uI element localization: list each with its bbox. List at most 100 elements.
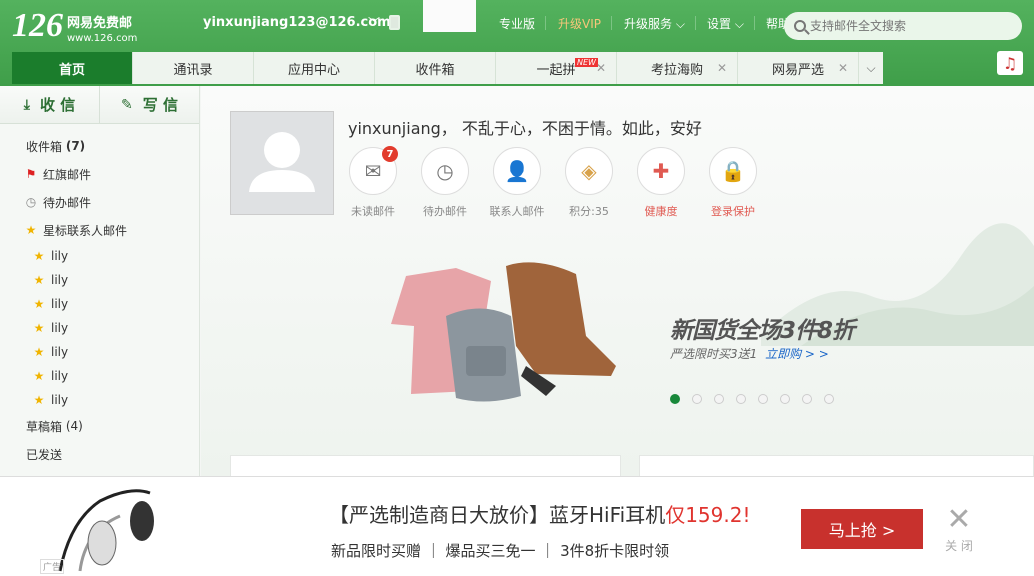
quick-label: 未读邮件 (351, 205, 395, 218)
search-icon[interactable] (794, 20, 806, 32)
starred-contact-item[interactable]: ★ lily (0, 268, 199, 292)
carousel-dot[interactable] (758, 394, 768, 404)
nav-upgrade-vip[interactable]: 升级VIP (558, 15, 601, 32)
chevron-down-icon[interactable]: ﹀ (368, 14, 380, 31)
medical-kit-icon: ✚ (637, 147, 685, 195)
logo[interactable]: 126 网易免费邮 www.126.com (12, 8, 138, 45)
promo-product-image[interactable] (386, 256, 626, 416)
quick-todo-mail[interactable]: ◷ 待办邮件 (415, 147, 475, 219)
carousel-dot[interactable] (670, 394, 680, 404)
clock-icon: ◷ (421, 147, 469, 195)
edit-icon: ✎ (121, 96, 133, 113)
tab-kaola[interactable]: 考拉海购 ✕ (617, 52, 738, 84)
chevron-down-icon: ⌵ (734, 17, 744, 31)
ad-banner[interactable]: 广告 【严选制造商日大放价】蓝牙HiFi耳机仅159.2! 新品限时买赠 ｜ 爆… (0, 476, 1034, 576)
nav-upgrade-service[interactable]: 升级服务 ⌵ (624, 15, 685, 32)
folder-flagged[interactable]: ⚑ 红旗邮件 (0, 160, 199, 188)
avatar[interactable] (230, 111, 334, 215)
quick-login-protect[interactable]: 🔒 登录保护 (703, 147, 763, 219)
info-card-right (639, 455, 1034, 477)
folder-starred-contacts[interactable]: ★ 星标联系人邮件 (0, 216, 199, 244)
tab-group-buy[interactable]: 一起拼 NEW ✕ (496, 52, 617, 84)
tab-contacts[interactable]: 通讯录 (133, 52, 254, 84)
quick-points[interactable]: ◈ 积分:35 (559, 147, 619, 219)
starred-contact-item[interactable]: ★ lily (0, 244, 199, 268)
account-name[interactable]: yinxunjiang123@126.com (203, 15, 391, 30)
phone-icon[interactable] (389, 15, 400, 30)
contact-name: lily (51, 369, 69, 383)
music-icon[interactable]: ♫ (997, 51, 1023, 75)
ad-close-label: 关 闭 (945, 539, 973, 553)
nav-pro-edition[interactable]: 专业版 (499, 15, 535, 32)
receive-button[interactable]: ⤓ 收 信 (0, 86, 100, 123)
quick-label: 待办邮件 (423, 205, 467, 218)
search-box[interactable] (784, 12, 1022, 40)
tab-inbox[interactable]: 收件箱 (375, 52, 496, 84)
starred-contact-item[interactable]: ★ lily (0, 364, 199, 388)
promo-subtitle-text: 严选限时买3送1 (670, 347, 758, 361)
star-icon: ★ (33, 249, 45, 263)
top-header: 126 网易免费邮 www.126.com yinxunjiang123@126… (0, 0, 1034, 86)
folder-sent[interactable]: 已发送 (0, 440, 199, 468)
folder-label: 收件箱 (26, 139, 63, 154)
carousel-dot[interactable] (824, 394, 834, 404)
close-icon[interactable]: ✕ (596, 61, 606, 75)
star-icon: ★ (33, 297, 45, 311)
carousel-dot[interactable] (736, 394, 746, 404)
ad-subtitle: 新品限时买赠 ｜ 爆品买三免一 ｜ 3件8折卡限时领 (331, 542, 670, 560)
carousel-dot[interactable] (780, 394, 790, 404)
greeting-text: yinxunjiang， 不乱于心，不困于情。如此，安好 (348, 119, 702, 138)
logo-url: www.126.com (67, 33, 138, 44)
starred-contact-item[interactable]: ★ lily (0, 388, 199, 412)
quick-health[interactable]: ✚ 健康度 (631, 147, 691, 219)
mail-icon: ✉ 7 (349, 146, 398, 195)
receive-label: 收 信 (39, 96, 76, 114)
carousel-dot[interactable] (692, 394, 702, 404)
quick-unread-mail[interactable]: ✉ 7 未读邮件 (343, 146, 403, 219)
tab-home[interactable]: 首页 (12, 52, 133, 84)
star-icon: ★ (33, 369, 45, 383)
user-silhouette-icon (249, 132, 315, 192)
tab-label: 首页 (58, 62, 85, 78)
tab-label: 通讯录 (173, 62, 213, 78)
tab-app-center[interactable]: 应用中心 (254, 52, 375, 84)
contact-name: lily (51, 393, 69, 407)
search-input[interactable] (810, 19, 1010, 33)
tab-more-button[interactable]: ⌵ (859, 52, 883, 84)
ad-buy-button[interactable]: 马上抢 > (801, 509, 923, 549)
write-button[interactable]: ✎ 写 信 (100, 86, 199, 123)
folder-drafts[interactable]: 草稿箱 (4) (0, 412, 199, 440)
folder-inbox[interactable]: 收件箱 (7) (0, 132, 199, 160)
folder-label: 星标联系人邮件 (43, 223, 128, 238)
info-card-left (230, 455, 621, 477)
folder-label: 红旗邮件 (43, 167, 92, 182)
tab-label: 收件箱 (415, 62, 455, 78)
carousel-dot[interactable] (802, 394, 812, 404)
ad-title-text: 【严选制造商日大放价】蓝牙HiFi耳机 (329, 503, 666, 527)
flag-icon: ⚑ (25, 167, 37, 181)
starred-contact-item[interactable]: ★ lily (0, 292, 199, 316)
tab-label: 网易严选 (771, 62, 824, 78)
chevron-down-icon: ⌵ (866, 60, 876, 75)
chevron-down-icon: ⌵ (675, 17, 685, 31)
starred-contact-item[interactable]: ★ lily (0, 340, 199, 364)
promo-buy-link[interactable]: 立即购 > > (765, 347, 829, 361)
nav-settings[interactable]: 设置 ⌵ (707, 15, 744, 32)
starred-contact-item[interactable]: ★ lily (0, 316, 199, 340)
ad-title[interactable]: 【严选制造商日大放价】蓝牙HiFi耳机仅159.2! (329, 499, 750, 528)
nav-upgrade-service-label: 升级服务 (624, 17, 673, 31)
carousel-dot[interactable] (714, 394, 724, 404)
ad-price: 仅159.2! (665, 503, 751, 527)
star-icon: ★ (33, 393, 45, 407)
drafts-count: (4) (65, 419, 83, 433)
quick-contact-mail[interactable]: 👤 联系人邮件 (487, 147, 547, 219)
promo-title[interactable]: 新国货全场3件8折 (670, 311, 855, 345)
close-icon[interactable]: ✕ (717, 61, 727, 75)
tab-yanxuan[interactable]: 网易严选 ✕ (738, 52, 859, 84)
close-icon[interactable]: ✕ (838, 61, 848, 75)
star-icon: ★ (25, 223, 37, 237)
ad-close-button[interactable]: ✕ 关 闭 (942, 505, 976, 554)
sidebar: ⤓ 收 信 ✎ 写 信 收件箱 (7) ⚑ 红旗邮件 ◷ 待办邮件 ★ 星标联系人邮件 ★… (0, 86, 200, 476)
folder-todo[interactable]: ◷ 待办邮件 (0, 188, 199, 216)
folder-label: 待办邮件 (43, 195, 92, 210)
